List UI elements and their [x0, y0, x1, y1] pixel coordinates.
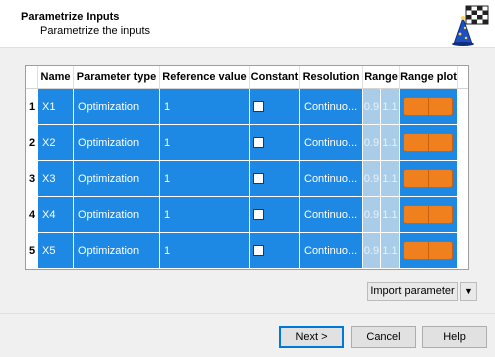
table-row[interactable]: 4 X4 Optimization 1 Continuo... 0.9 1.1 [26, 197, 468, 233]
row-number[interactable]: 1 [26, 89, 38, 125]
cell-resolution[interactable]: Continuo... [300, 233, 363, 269]
constant-checkbox[interactable] [253, 245, 264, 256]
column-header-resolution[interactable]: Resolution [300, 66, 363, 88]
table-row[interactable]: 3 X3 Optimization 1 Continuo... 0.9 1.1 [26, 161, 468, 197]
cell-reference-value[interactable]: 1 [160, 161, 250, 197]
cell-constant [250, 161, 300, 197]
column-header-range[interactable]: Range [363, 66, 400, 88]
cell-resolution[interactable]: Continuo... [300, 197, 363, 233]
wizard-hat-icon [452, 5, 489, 46]
cell-name[interactable]: X3 [38, 161, 74, 197]
column-header-parameter-type[interactable]: Parameter type [74, 66, 160, 88]
cell-range-max[interactable]: 1.1 [381, 161, 400, 197]
cell-constant [250, 233, 300, 269]
wizard-header: Parametrize Inputs Parametrize the input… [0, 0, 495, 48]
cell-range-min[interactable]: 0.9 [363, 233, 381, 269]
cell-name[interactable]: X2 [38, 125, 74, 161]
help-button[interactable]: Help [422, 326, 487, 348]
cell-resolution[interactable]: Continuo... [300, 89, 363, 125]
range-plot-button[interactable] [403, 241, 453, 260]
row-number[interactable]: 2 [26, 125, 38, 161]
cell-range-max[interactable]: 1.1 [381, 197, 400, 233]
cell-parameter-type[interactable]: Optimization [74, 197, 160, 233]
table-row[interactable]: 2 X2 Optimization 1 Continuo... 0.9 1.1 [26, 125, 468, 161]
import-parameter-button[interactable]: Import parameter [367, 282, 458, 301]
cancel-button[interactable]: Cancel [351, 326, 416, 348]
range-plot-button[interactable] [403, 133, 453, 152]
cell-name[interactable]: X1 [38, 89, 74, 125]
table-row[interactable]: 1 X1 Optimization 1 Continuo... 0.9 1.1 [26, 89, 468, 125]
constant-checkbox[interactable] [253, 209, 264, 220]
constant-checkbox[interactable] [253, 137, 264, 148]
column-header-name[interactable]: Name [38, 66, 74, 88]
constant-checkbox[interactable] [253, 173, 264, 184]
cell-reference-value[interactable]: 1 [160, 125, 250, 161]
cell-parameter-type[interactable]: Optimization [74, 233, 160, 269]
cell-range-max[interactable]: 1.1 [381, 125, 400, 161]
cell-range-plot [400, 161, 458, 197]
cell-range-min[interactable]: 0.9 [363, 125, 381, 161]
row-number[interactable]: 3 [26, 161, 38, 197]
cell-resolution[interactable]: Continuo... [300, 161, 363, 197]
column-header-reference-value[interactable]: Reference value [160, 66, 250, 88]
page-title: Parametrize Inputs [21, 11, 120, 23]
parameters-table: Name Parameter type Reference value Cons… [25, 65, 469, 270]
cell-resolution[interactable]: Continuo... [300, 125, 363, 161]
range-plot-button[interactable] [403, 169, 453, 188]
cell-range-min[interactable]: 0.9 [363, 197, 381, 233]
row-number[interactable]: 5 [26, 233, 38, 269]
cell-name[interactable]: X4 [38, 197, 74, 233]
range-plot-button[interactable] [403, 205, 453, 224]
cell-reference-value[interactable]: 1 [160, 89, 250, 125]
cell-name[interactable]: X5 [38, 233, 74, 269]
cell-constant [250, 197, 300, 233]
cell-parameter-type[interactable]: Optimization [74, 161, 160, 197]
cell-range-plot [400, 233, 458, 269]
corner-header [26, 66, 38, 88]
column-header-range-plot[interactable]: Range plot [400, 66, 458, 88]
column-header-constant[interactable]: Constant [250, 66, 300, 88]
page-subtitle: Parametrize the inputs [40, 25, 151, 37]
constant-checkbox[interactable] [253, 101, 264, 112]
table-header: Name Parameter type Reference value Cons… [26, 66, 468, 89]
cell-reference-value[interactable]: 1 [160, 197, 250, 233]
cell-range-plot [400, 125, 458, 161]
cell-range-max[interactable]: 1.1 [381, 233, 400, 269]
cell-constant [250, 125, 300, 161]
cell-parameter-type[interactable]: Optimization [74, 125, 160, 161]
range-plot-button[interactable] [403, 97, 453, 116]
footer-divider [0, 313, 495, 314]
cell-range-min[interactable]: 0.9 [363, 161, 381, 197]
import-dropdown-arrow-icon[interactable]: ▼ [460, 282, 477, 301]
next-button[interactable]: Next > [279, 326, 344, 348]
cell-range-max[interactable]: 1.1 [381, 89, 400, 125]
cell-range-plot [400, 197, 458, 233]
row-number[interactable]: 4 [26, 197, 38, 233]
cell-reference-value[interactable]: 1 [160, 233, 250, 269]
cell-range-min[interactable]: 0.9 [363, 89, 381, 125]
cell-parameter-type[interactable]: Optimization [74, 89, 160, 125]
table-row[interactable]: 5 X5 Optimization 1 Continuo... 0.9 1.1 [26, 233, 468, 269]
cell-range-plot [400, 89, 458, 125]
cell-constant [250, 89, 300, 125]
